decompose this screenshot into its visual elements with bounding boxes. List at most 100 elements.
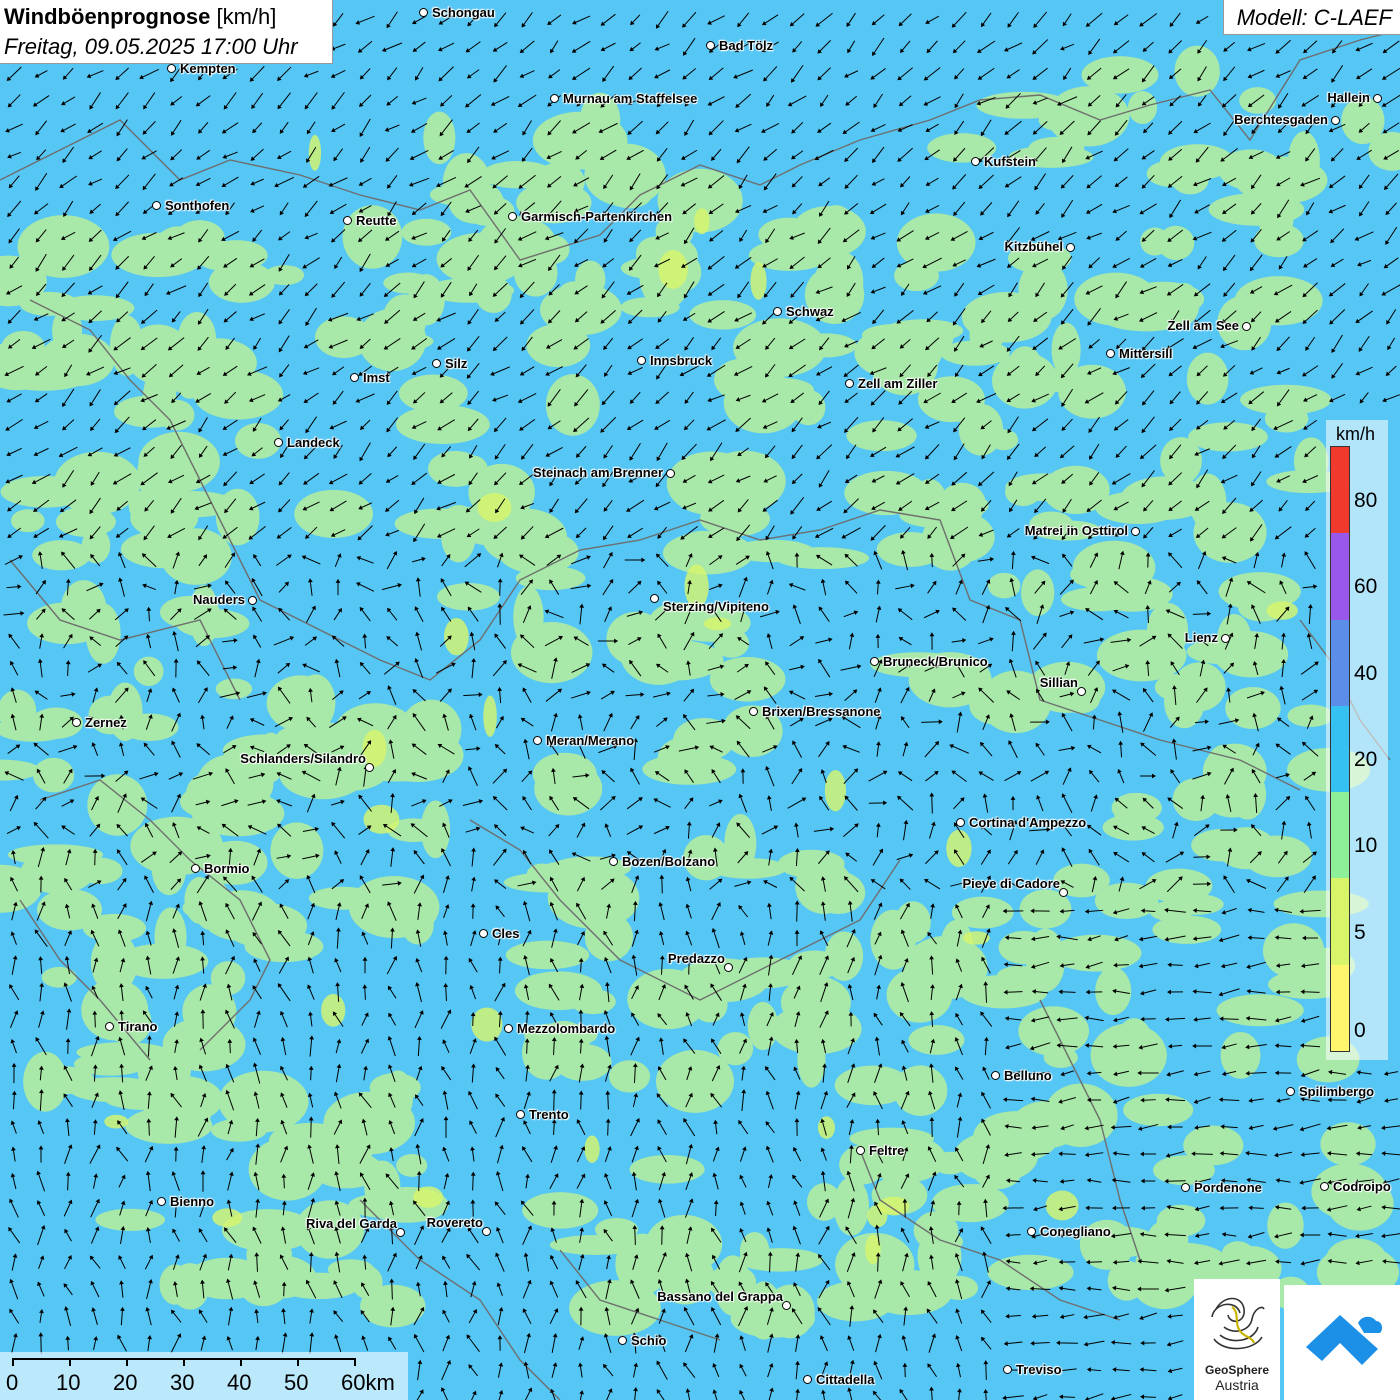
- legend-tick-label: 60: [1354, 575, 1378, 599]
- city-marker: [482, 1227, 491, 1236]
- city-marker: [1242, 322, 1251, 331]
- low-wind-patch: [894, 901, 931, 943]
- city-marker: [1066, 243, 1075, 252]
- legend-tick-label: 80: [1354, 489, 1378, 513]
- city-marker: [157, 1197, 166, 1206]
- city-label: Berchtesgaden: [1234, 112, 1328, 127]
- city-label: Mittersill: [1119, 346, 1173, 361]
- city-marker: [1003, 1365, 1012, 1374]
- city-marker: [167, 64, 176, 73]
- city-marker: [516, 1110, 525, 1119]
- city-label: Landeck: [287, 435, 340, 450]
- city-marker: [845, 379, 854, 388]
- city-label: Treviso: [1016, 1362, 1062, 1377]
- low-wind-patch: [854, 327, 931, 379]
- city-label: Riva del Garda: [305, 1216, 397, 1231]
- low-wind-patch: [565, 289, 617, 325]
- city-marker: [72, 718, 81, 727]
- city-label: Spilimbergo: [1299, 1084, 1375, 1099]
- low-wind-patch: [846, 420, 917, 452]
- legend-color-bar: [1330, 446, 1350, 1052]
- low-wind-patch: [503, 872, 594, 893]
- low-wind-patch: [1157, 225, 1195, 261]
- city-label: Predazzo: [667, 951, 725, 966]
- low-wind-patch: [717, 1032, 754, 1066]
- city-marker: [343, 216, 352, 225]
- city-label: Schongau: [432, 5, 495, 20]
- scale-tick: [240, 1358, 242, 1366]
- forecast-datetime: Freitag, 09.05.2025 17:00 Uhr: [4, 34, 298, 59]
- city-marker: [1286, 1087, 1295, 1096]
- city-label: Bassano del Grappa: [657, 1289, 783, 1304]
- legend-segment: [1331, 792, 1349, 879]
- low-wind-patch: [104, 1088, 190, 1111]
- low-wind-patch: [111, 232, 206, 278]
- geosphere-swirl-icon: [1211, 1297, 1265, 1350]
- city-marker: [870, 657, 879, 666]
- city-marker: [1373, 94, 1382, 103]
- low-wind-patch: [608, 1060, 651, 1093]
- low-wind-patch: [629, 1154, 705, 1184]
- city-label: Imst: [363, 370, 390, 385]
- low-wind-patch: [43, 231, 78, 253]
- city-label: Sonthofen: [165, 198, 230, 213]
- app-house-icon: [1306, 1315, 1383, 1365]
- calm-patch: [1045, 1190, 1079, 1221]
- low-wind-patch: [82, 913, 146, 943]
- low-wind-patch: [797, 1030, 826, 1088]
- low-wind-patch: [1174, 45, 1220, 97]
- low-wind-patch: [1, 330, 45, 364]
- low-wind-patch: [931, 1151, 969, 1175]
- scale-label: 40: [227, 1370, 252, 1395]
- low-wind-patch: [1123, 1093, 1194, 1127]
- low-wind-patch: [989, 429, 1019, 451]
- low-wind-patch: [1072, 540, 1156, 595]
- calm-patch: [104, 1114, 129, 1129]
- low-wind-patch: [865, 1269, 953, 1316]
- city-marker: [856, 1146, 865, 1155]
- geosphere-logo[interactable]: GeoSphere Austria: [1194, 1279, 1280, 1400]
- city-label: Kitzbühel: [1004, 239, 1064, 254]
- low-wind-patch: [730, 1299, 815, 1338]
- calm-patch: [413, 1186, 444, 1208]
- low-wind-patch: [584, 143, 666, 207]
- scale-label: 60km: [341, 1370, 395, 1395]
- app-logo[interactable]: [1284, 1285, 1400, 1400]
- city-marker: [350, 373, 359, 382]
- low-wind-patch: [1217, 827, 1276, 870]
- low-wind-patch: [1326, 1238, 1387, 1279]
- city-label: Sterzing/Vipiteno: [663, 599, 769, 614]
- low-wind-patch: [1225, 686, 1281, 730]
- low-wind-patch: [278, 1272, 360, 1300]
- city-marker: [105, 1022, 114, 1031]
- low-wind-patch: [23, 1051, 68, 1112]
- low-wind-patch: [1149, 900, 1193, 922]
- legend-tick-label: 0: [1354, 1018, 1366, 1042]
- low-wind-patch: [52, 307, 83, 354]
- low-wind-patch: [689, 300, 757, 330]
- low-wind-patch: [844, 470, 929, 516]
- low-wind-patch: [1288, 131, 1320, 191]
- low-wind-patch: [1135, 1242, 1228, 1281]
- city-marker: [637, 356, 646, 365]
- low-wind-patch: [395, 405, 490, 444]
- low-wind-patch: [682, 530, 724, 556]
- scale-tick: [354, 1358, 356, 1366]
- scale-tick: [69, 1358, 71, 1366]
- city-marker: [419, 8, 428, 17]
- low-wind-patch: [811, 871, 866, 915]
- city-label: Trento: [529, 1107, 569, 1122]
- low-wind-patch: [775, 547, 870, 570]
- legend-tick-label: 10: [1354, 834, 1378, 858]
- title-box: Windböenprognose [km/h] Freitag, 09.05.2…: [0, 0, 333, 64]
- calm-patch: [308, 134, 322, 171]
- low-wind-patch: [1094, 882, 1159, 920]
- low-wind-patch: [1220, 1031, 1261, 1079]
- city-label: Bienno: [170, 1194, 215, 1209]
- low-wind-patch: [396, 1154, 428, 1177]
- city-label: Bruneck/Brunico: [883, 654, 988, 669]
- low-wind-patch: [1186, 352, 1229, 405]
- low-wind-patch: [620, 297, 680, 318]
- low-wind-patch: [920, 1230, 964, 1253]
- low-wind-patch: [969, 313, 1004, 356]
